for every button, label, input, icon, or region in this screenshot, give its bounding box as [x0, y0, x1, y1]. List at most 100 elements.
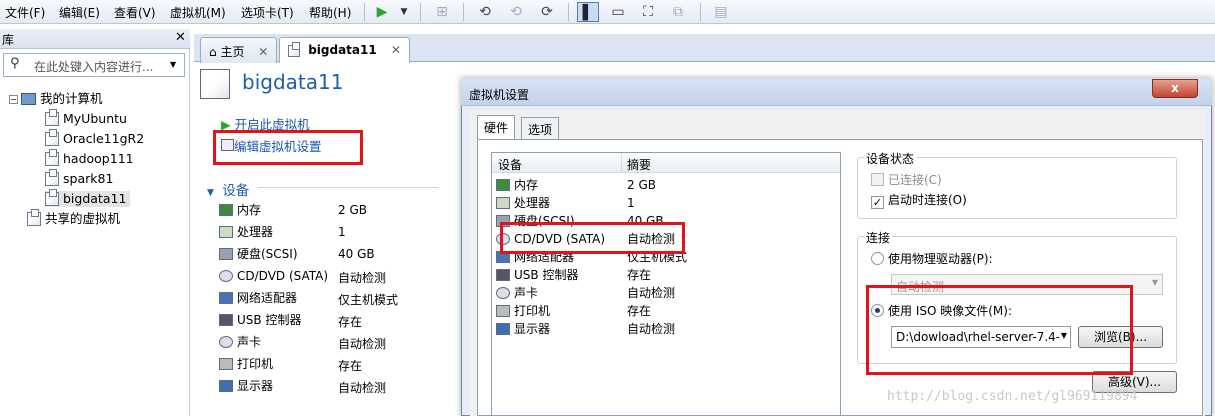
device-value: 自动检测: [338, 337, 387, 351]
fullscreen-icon[interactable]: ⛶: [637, 2, 659, 22]
device-row[interactable]: 处理器: [219, 223, 273, 245]
physical-drive-radio[interactable]: 使用物理驱动器(P):: [871, 250, 993, 267]
chevron-down-icon[interactable]: ▼: [170, 60, 176, 69]
chevron-down-icon: ▼: [1151, 278, 1158, 287]
device-value: 仅主机模式: [338, 293, 399, 307]
list-item-name: 显示器: [514, 322, 551, 336]
close-icon[interactable]: ✕: [175, 30, 186, 45]
list-item[interactable]: 网络适配器: [496, 248, 574, 266]
library-header: 库 ✕: [0, 29, 190, 49]
tab-hardware[interactable]: 硬件: [477, 115, 516, 140]
unity-icon[interactable]: ⧉: [667, 2, 689, 22]
computer-icon: [21, 93, 36, 105]
dialog-titlebar: 虚拟机设置: [461, 78, 1212, 106]
device-row[interactable]: USB 控制器: [219, 311, 301, 333]
dialog-close-button[interactable]: x: [1152, 79, 1198, 98]
devices-section[interactable]: ▼ 设备: [207, 179, 249, 199]
device-row[interactable]: 硬盘(SCSI): [219, 245, 298, 267]
iso-path-value: D:\dowload\rhel-server-7.4-: [896, 330, 1061, 344]
collapse-icon[interactable]: −: [9, 95, 18, 104]
tree-shared[interactable]: 共享的虚拟机: [27, 209, 120, 227]
checkbox-icon: [871, 173, 884, 186]
list-item[interactable]: 处理器: [496, 194, 550, 212]
device-value: 2 GB: [338, 203, 367, 217]
list-item[interactable]: 打印机: [496, 302, 550, 320]
vm-large-icon: [200, 69, 230, 99]
column-header-summary[interactable]: 摘要: [627, 156, 651, 173]
tree-vm-item-selected[interactable]: bigdata11: [45, 189, 131, 207]
device-name: 网络适配器: [237, 291, 298, 305]
device-name: USB 控制器: [237, 313, 302, 327]
menu-tabs[interactable]: 选项卡(T): [241, 4, 294, 21]
physical-drive-select[interactable]: 自动检测 ▼: [891, 274, 1163, 295]
revert-snapshot-icon[interactable]: ⟲: [505, 2, 527, 22]
snapshot-icon[interactable]: ⟲: [474, 2, 496, 22]
device-row[interactable]: 显示器: [219, 377, 273, 399]
tree-vm-item[interactable]: MyUbuntu: [45, 109, 127, 127]
device-row[interactable]: CD/DVD (SATA): [219, 267, 328, 289]
chevron-down-icon[interactable]: ▼: [398, 2, 410, 22]
menu-view[interactable]: 查看(V): [114, 4, 156, 21]
vm-icon: [45, 149, 59, 166]
list-item-name: 网络适配器: [514, 250, 575, 264]
search-input[interactable]: 在此处键入内容进行...: [34, 58, 153, 75]
iso-radio[interactable]: 使用 ISO 映像文件(M):: [871, 302, 1012, 319]
device-name: 显示器: [237, 379, 274, 393]
column-header-device[interactable]: 设备: [498, 156, 522, 173]
list-item-value: 2 GB: [627, 178, 656, 192]
connected-checkbox[interactable]: 已连接(C): [871, 171, 942, 188]
tree-vm-label: bigdata11: [63, 191, 127, 206]
network-icon: [496, 251, 510, 263]
menu-file[interactable]: 文件(F): [5, 4, 45, 21]
tree-vm-label: MyUbuntu: [63, 111, 127, 126]
list-item[interactable]: 声卡: [496, 284, 538, 302]
play-icon[interactable]: ▶: [374, 2, 390, 22]
cd-icon: [496, 233, 510, 245]
checkmark-icon: ✓: [871, 196, 884, 209]
network-icon[interactable]: ⊞: [432, 2, 452, 22]
list-item-value: 仅主机模式: [627, 250, 688, 264]
device-row[interactable]: 打印机: [219, 355, 273, 377]
sidebar-view-icon[interactable]: ▌: [577, 2, 599, 22]
connect-on-start-checkbox[interactable]: ✓ 启动时连接(O): [871, 191, 967, 209]
library-search[interactable]: ⚲ 在此处键入内容进行... ▼: [3, 53, 185, 77]
tree-vm-item[interactable]: spark81: [45, 169, 113, 187]
list-item[interactable]: 内存: [496, 176, 538, 194]
menu-help[interactable]: 帮助(H): [309, 4, 351, 21]
cpu-icon: [496, 197, 510, 209]
device-name: CD/DVD (SATA): [237, 269, 329, 283]
preferences-icon[interactable]: ▤: [710, 2, 732, 22]
tab-home[interactable]: ⌂ 主页 ✕: [200, 37, 278, 63]
device-value: 1: [338, 225, 346, 239]
start-vm-link[interactable]: ▶ 开启此虚拟机: [221, 114, 310, 133]
list-item[interactable]: USB 控制器: [496, 266, 578, 284]
iso-path-input[interactable]: D:\dowload\rhel-server-7.4- ▼: [891, 326, 1071, 348]
list-item[interactable]: 硬盘(SCSI): [496, 212, 575, 230]
sound-icon: [219, 336, 233, 348]
edit-vm-settings-link[interactable]: 编辑虚拟机设置: [221, 136, 322, 155]
tab-options[interactable]: 选项: [521, 117, 560, 139]
list-item-value: 自动检测: [627, 322, 676, 336]
menu-edit[interactable]: 编辑(E): [59, 4, 100, 21]
tab-bigdata11-label: bigdata11: [308, 43, 377, 57]
vm-icon: [45, 129, 59, 146]
list-item-value: 40 GB: [627, 214, 664, 228]
snapshot-manager-icon[interactable]: ⟳: [536, 2, 558, 22]
close-icon[interactable]: ✕: [391, 43, 401, 57]
radio-icon: [871, 252, 884, 265]
console-view-icon[interactable]: ▭: [607, 2, 629, 22]
device-row[interactable]: 网络适配器: [219, 289, 297, 311]
tree-vm-item[interactable]: Oracle11gR2: [45, 129, 144, 147]
tree-root[interactable]: − 我的计算机: [9, 91, 103, 107]
toolbar-separator: [568, 3, 569, 21]
menu-vm[interactable]: 虚拟机(M): [170, 4, 226, 21]
device-value: 存在: [338, 359, 363, 373]
list-item[interactable]: 显示器: [496, 320, 550, 338]
browse-button[interactable]: 浏览(B)...: [1078, 326, 1163, 348]
list-item-selected[interactable]: CD/DVD (SATA): [496, 230, 605, 248]
tab-bigdata11[interactable]: bigdata11 ✕: [279, 37, 410, 64]
device-row[interactable]: 声卡: [219, 333, 261, 355]
tree-vm-item[interactable]: hadoop111: [45, 149, 134, 167]
close-icon[interactable]: ✕: [258, 45, 268, 59]
device-row[interactable]: 内存: [219, 201, 261, 223]
